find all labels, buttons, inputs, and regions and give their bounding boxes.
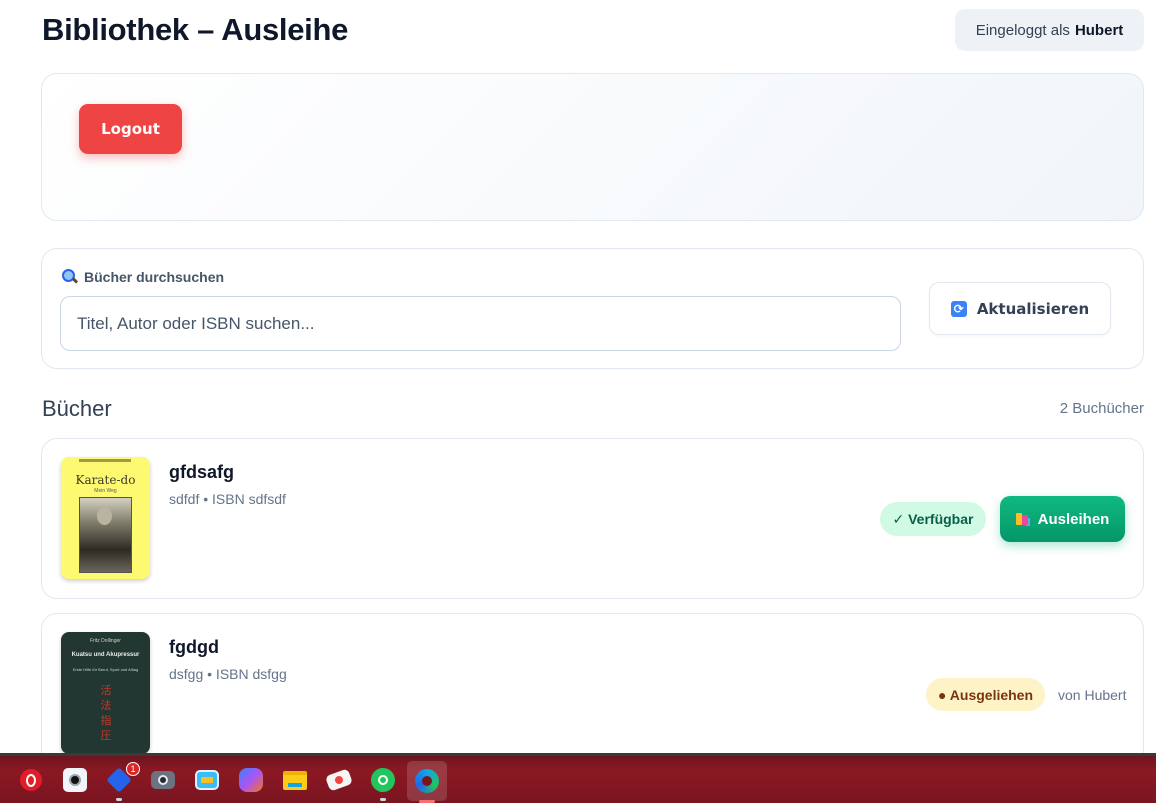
magnifier-icon bbox=[62, 269, 78, 285]
refresh-button[interactable]: ⟳ Aktualisieren bbox=[929, 282, 1111, 335]
book-cover-image: Fritz Dollinger Kuatsu und Akupressur Er… bbox=[61, 632, 150, 754]
control-panel-icon[interactable] bbox=[192, 765, 222, 795]
book-card: Fritz Dollinger Kuatsu und Akupressur Er… bbox=[41, 613, 1144, 773]
edge-icon[interactable] bbox=[407, 761, 447, 803]
book-cover-image: Karate-do Mein Weg bbox=[61, 457, 150, 579]
book-meta: sdfdf • ISBN sdfsdf bbox=[169, 491, 286, 507]
cover-author: Fritz Dollinger bbox=[90, 638, 121, 644]
paint-icon[interactable] bbox=[324, 765, 354, 795]
book-card: Karate-do Mein Weg gfdsafg sdfdf • ISBN … bbox=[41, 438, 1144, 599]
mail-notification-badge: 1 bbox=[126, 762, 140, 776]
whatsapp-icon[interactable] bbox=[368, 765, 398, 801]
user-panel: Logout bbox=[41, 73, 1144, 221]
page-title: Bibliothek – Ausleihe bbox=[42, 12, 349, 47]
opera-icon[interactable] bbox=[16, 765, 46, 795]
status-badge-borrowed: ● Ausgeliehen bbox=[926, 678, 1045, 711]
books-section-title: Bücher bbox=[42, 396, 112, 421]
search-panel: Bücher durchsuchen ⟳ Aktualisieren bbox=[41, 248, 1144, 369]
borrow-label: Ausleihen bbox=[1037, 510, 1110, 528]
taskbar: 1 bbox=[0, 753, 1156, 803]
cover-subtitle: Erste Hilfe für Beruf, Sport und Alltag bbox=[72, 667, 139, 672]
logged-in-username: Hubert bbox=[1074, 21, 1124, 39]
search-label: Bücher durchsuchen bbox=[62, 269, 224, 285]
file-explorer-icon[interactable] bbox=[280, 765, 310, 795]
borrow-button[interactable]: Ausleihen bbox=[1000, 496, 1125, 542]
logged-in-indicator: Eingeloggt als Hubert bbox=[955, 9, 1144, 51]
camera-app-icon[interactable] bbox=[60, 765, 90, 795]
cover-title: Kuatsu und Akupressur bbox=[71, 652, 140, 658]
refresh-label: Aktualisieren bbox=[976, 299, 1090, 318]
status-badge-available: ✓ Verfügbar bbox=[880, 502, 986, 536]
borrower-label: von Hubert bbox=[1058, 687, 1127, 703]
photo-camera-icon[interactable] bbox=[148, 765, 178, 795]
search-input[interactable] bbox=[60, 296, 901, 351]
cover-subtitle: Mein Weg bbox=[94, 488, 117, 494]
book-title: fgdgd bbox=[169, 637, 219, 657]
logout-button[interactable]: Logout bbox=[79, 104, 182, 154]
copilot-icon[interactable] bbox=[236, 765, 266, 795]
book-title: gfdsafg bbox=[169, 462, 234, 482]
mail-icon[interactable]: 1 bbox=[104, 762, 140, 801]
logged-in-prefix: Eingeloggt als bbox=[975, 21, 1070, 39]
books-icon bbox=[1015, 513, 1030, 525]
book-count: 2 Buchücher bbox=[1059, 400, 1144, 417]
book-meta: dsfgg • ISBN dsfgg bbox=[169, 666, 287, 682]
search-label-text: Bücher durchsuchen bbox=[84, 269, 225, 285]
refresh-icon: ⟳ bbox=[950, 300, 967, 317]
cover-title: Karate-do bbox=[75, 473, 136, 487]
cover-characters: 活法指圧 bbox=[100, 685, 112, 742]
